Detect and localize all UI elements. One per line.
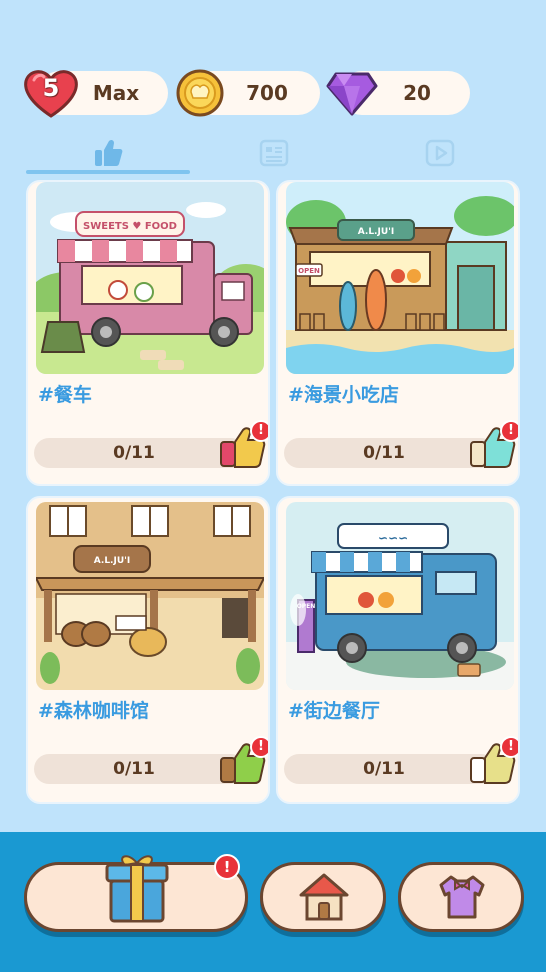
- wardrobe-button[interactable]: [398, 862, 524, 932]
- tab-liked[interactable]: [88, 136, 128, 170]
- restaurant-progress-bar: 0/11: [34, 754, 246, 784]
- tab-news[interactable]: [254, 136, 294, 170]
- news-list-icon: [259, 139, 289, 167]
- play-icon: [425, 139, 455, 167]
- progress-value: 0/11: [113, 443, 155, 463]
- new-alert-badge: !: [250, 420, 268, 442]
- coin-icon: [175, 68, 225, 118]
- heart-icon: 5: [22, 66, 80, 120]
- street-restaurant-sign: ∽∽∽: [378, 531, 408, 545]
- forest-cafe-sign: A.L.JU'I: [94, 556, 130, 566]
- restaurant-progress-bar: 0/11: [284, 754, 496, 784]
- progress-value: 0/11: [363, 443, 405, 463]
- thumbs-up-icon: [95, 139, 123, 166]
- food-truck-image: SWEETS ♥ FOOD: [36, 182, 264, 374]
- restaurant-title: #森林咖啡馆: [38, 700, 149, 722]
- tab-video[interactable]: [420, 136, 460, 170]
- new-alert-badge: !: [500, 420, 518, 442]
- restaurant-title: #餐车: [38, 384, 92, 406]
- bottom-nav-bar: !: [0, 832, 546, 972]
- gem-icon: [326, 70, 378, 116]
- open-sign: OPEN: [298, 267, 320, 275]
- restaurant-progress-bar: 0/11: [34, 438, 246, 468]
- street-restaurant-image: ∽∽∽ OPEN: [286, 502, 514, 690]
- home-button[interactable]: [260, 862, 386, 932]
- restaurant-card-seaside[interactable]: A.L.JU'I OPEN #海景小吃店 0/11 !: [276, 180, 520, 486]
- restaurant-title: #街边餐厅: [288, 700, 380, 722]
- house-icon: [299, 873, 349, 921]
- gems-value: 20: [403, 81, 431, 105]
- forest-cafe-image: A.L.JU'I: [36, 502, 264, 690]
- coins-value: 700: [246, 81, 288, 105]
- food-truck-sign: SWEETS ♥ FOOD: [83, 221, 177, 232]
- active-tab-indicator: [26, 170, 190, 174]
- progress-value: 0/11: [363, 759, 405, 779]
- seaside-shop-image: A.L.JU'I OPEN: [286, 182, 514, 374]
- restaurant-card-street[interactable]: ∽∽∽ OPEN #街边餐厅 0/11 !: [276, 496, 520, 804]
- new-alert-badge: !: [500, 736, 518, 758]
- restaurant-card-forest-cafe[interactable]: A.L.JU'I #森林咖啡馆 0/11 !: [26, 496, 270, 804]
- restaurant-title: #海景小吃店: [288, 384, 399, 406]
- shirt-icon: [439, 875, 485, 919]
- gift-alert-badge: !: [214, 854, 240, 880]
- progress-value: 0/11: [113, 759, 155, 779]
- new-alert-badge: !: [250, 736, 268, 758]
- lives-value: Max: [92, 81, 140, 105]
- lives-count: 5: [42, 74, 60, 102]
- restaurant-card-food-truck[interactable]: SWEETS ♥ FOOD #餐车 0/11 !: [26, 180, 270, 486]
- seaside-shop-sign: A.L.JU'I: [358, 227, 394, 237]
- gift-box-icon: [105, 855, 169, 923]
- restaurant-progress-bar: 0/11: [284, 438, 496, 468]
